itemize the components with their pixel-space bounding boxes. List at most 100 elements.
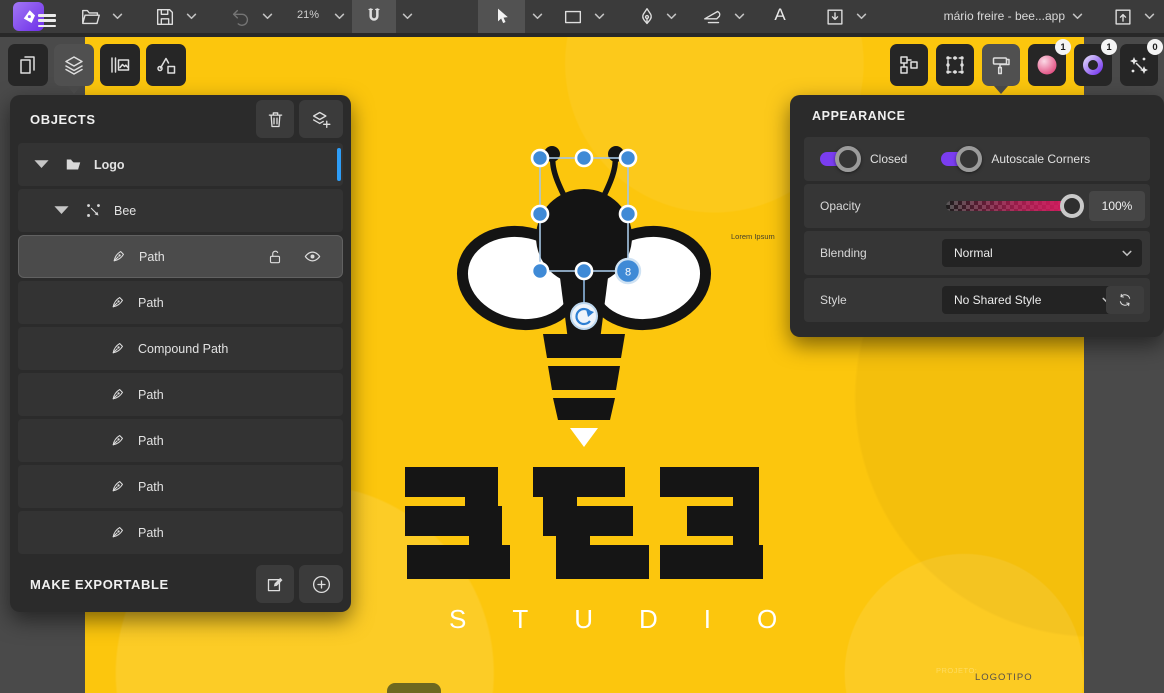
paint-roller-icon (989, 53, 1013, 77)
snapping-tool-button[interactable] (352, 0, 396, 33)
fill-panel-button[interactable]: 1 (1028, 44, 1066, 86)
handle-top-right[interactable] (620, 150, 636, 166)
tree-row-compound-path[interactable]: Compound Path (18, 327, 343, 370)
make-exportable-label: MAKE EXPORTABLE (30, 577, 251, 592)
objects-panel-footer: MAKE EXPORTABLE (10, 556, 351, 612)
opacity-value[interactable]: 100% (1089, 191, 1145, 221)
export-button[interactable] (1108, 3, 1138, 30)
floppy-save-icon (154, 6, 176, 28)
tree-row-path-selected[interactable]: Path (18, 235, 343, 278)
handle-mid-left[interactable] (532, 206, 548, 222)
objects-panel: OBJECTS Logo (10, 95, 351, 612)
style-dropdown[interactable]: No Shared Style (942, 286, 1122, 314)
chevron-down-icon[interactable] (1068, 3, 1086, 30)
handle-bottom-left[interactable] (532, 263, 548, 279)
rectangle-tool-icon (562, 6, 584, 28)
handle-bottom-center[interactable] (576, 263, 592, 279)
bee-wordmark[interactable] (403, 465, 769, 583)
opacity-slider[interactable] (946, 201, 1072, 211)
lorem-annotation[interactable]: Lorem Ipsum (731, 232, 775, 241)
chevron-down-icon[interactable] (852, 3, 870, 30)
chevron-down-icon[interactable] (258, 3, 276, 30)
select-tool-button[interactable] (478, 0, 525, 33)
shape-tool-button[interactable] (558, 3, 588, 30)
handle-top-center[interactable] (576, 150, 592, 166)
chevron-down-icon[interactable] (590, 3, 608, 30)
refresh-icon (1117, 292, 1133, 308)
layer-name: Path (138, 526, 164, 540)
tree-row-path[interactable]: Path (18, 511, 343, 554)
opacity-row: Opacity 100% (804, 184, 1150, 228)
tree-row-logo[interactable]: Logo (18, 143, 343, 186)
blending-dropdown[interactable]: Normal (942, 239, 1142, 267)
style-label: Style (820, 293, 847, 307)
assets-panel-button[interactable] (100, 44, 140, 86)
arrange-panel-button[interactable] (890, 44, 928, 86)
add-layer-button[interactable] (299, 100, 343, 138)
handle-top-left[interactable] (532, 150, 548, 166)
visibility-toggle[interactable] (303, 236, 322, 277)
delete-object-button[interactable] (256, 100, 294, 138)
opacity-slider-knob[interactable] (1060, 194, 1084, 218)
add-export-button[interactable] (299, 565, 343, 603)
layers-panel-button[interactable] (54, 44, 94, 86)
chevron-down-icon (1122, 250, 1132, 257)
chevron-down-icon[interactable] (108, 3, 126, 30)
open-file-button[interactable] (76, 3, 106, 30)
save-button[interactable] (150, 3, 180, 30)
effects-panel-button[interactable]: 0 (1120, 44, 1158, 86)
refresh-style-button[interactable] (1106, 286, 1144, 314)
document-title[interactable]: mário freire - bee...app (925, 9, 1065, 23)
layer-name: Compound Path (138, 342, 228, 356)
stroke-panel-button[interactable]: 1 (1074, 44, 1112, 86)
zoom-level-value[interactable]: 21% (288, 9, 328, 21)
toggle-knob (835, 146, 861, 172)
closed-toggle[interactable] (820, 152, 854, 166)
lock-toggle[interactable] (266, 236, 284, 277)
tree-row-path[interactable]: Path (18, 465, 343, 508)
knife-tool-button[interactable] (698, 3, 728, 30)
chevron-down-icon[interactable] (730, 3, 748, 30)
app-logo-icon (20, 8, 38, 26)
chevron-down-icon[interactable] (1140, 3, 1158, 30)
objects-panel-title: OBJECTS (30, 112, 251, 127)
project-label: PROJETO: (936, 666, 977, 675)
undo-icon (230, 6, 252, 28)
menu-icon[interactable] (38, 14, 56, 30)
autoscale-corners-toggle[interactable] (941, 152, 975, 166)
marquee-points-icon (943, 53, 967, 77)
active-panel-notch (994, 86, 1008, 94)
objects-tree: Logo Bee Path (10, 143, 351, 554)
tree-row-path[interactable]: Path (18, 419, 343, 462)
undo-button[interactable] (226, 3, 256, 30)
tree-row-path[interactable]: Path (18, 281, 343, 324)
text-tool-button[interactable]: A (766, 5, 794, 25)
knife-icon (702, 6, 724, 28)
layer-name: Bee (114, 204, 136, 218)
gallery-icon (108, 53, 132, 77)
path-icon (106, 340, 128, 357)
chevron-down-icon[interactable] (528, 3, 546, 30)
tree-row-bee-group[interactable]: Bee (18, 189, 343, 232)
studio-wordmark[interactable]: STUDIO (403, 604, 769, 635)
chevron-down-icon[interactable] (182, 3, 200, 30)
appearance-panel-button[interactable] (982, 44, 1020, 86)
chevron-down-icon[interactable] (398, 3, 416, 30)
tree-row-path[interactable]: Path (18, 373, 343, 416)
arrange-icon (897, 53, 921, 77)
magnet-icon (364, 7, 384, 27)
import-button[interactable] (820, 3, 850, 30)
chevron-down-icon[interactable] (330, 3, 348, 30)
pen-tool-button[interactable] (632, 3, 662, 30)
edit-export-button[interactable] (256, 565, 294, 603)
blending-value: Normal (954, 246, 993, 260)
shapes-panel-button[interactable] (146, 44, 186, 86)
expand-chevron-icon[interactable] (30, 156, 52, 173)
expand-chevron-icon[interactable] (50, 202, 72, 219)
bottom-bar-handle[interactable] (387, 683, 441, 693)
blending-label: Blending (820, 246, 867, 260)
pages-panel-button[interactable] (8, 44, 48, 86)
handle-mid-right[interactable] (620, 206, 636, 222)
path-points-panel-button[interactable] (936, 44, 974, 86)
chevron-down-icon[interactable] (662, 3, 680, 30)
